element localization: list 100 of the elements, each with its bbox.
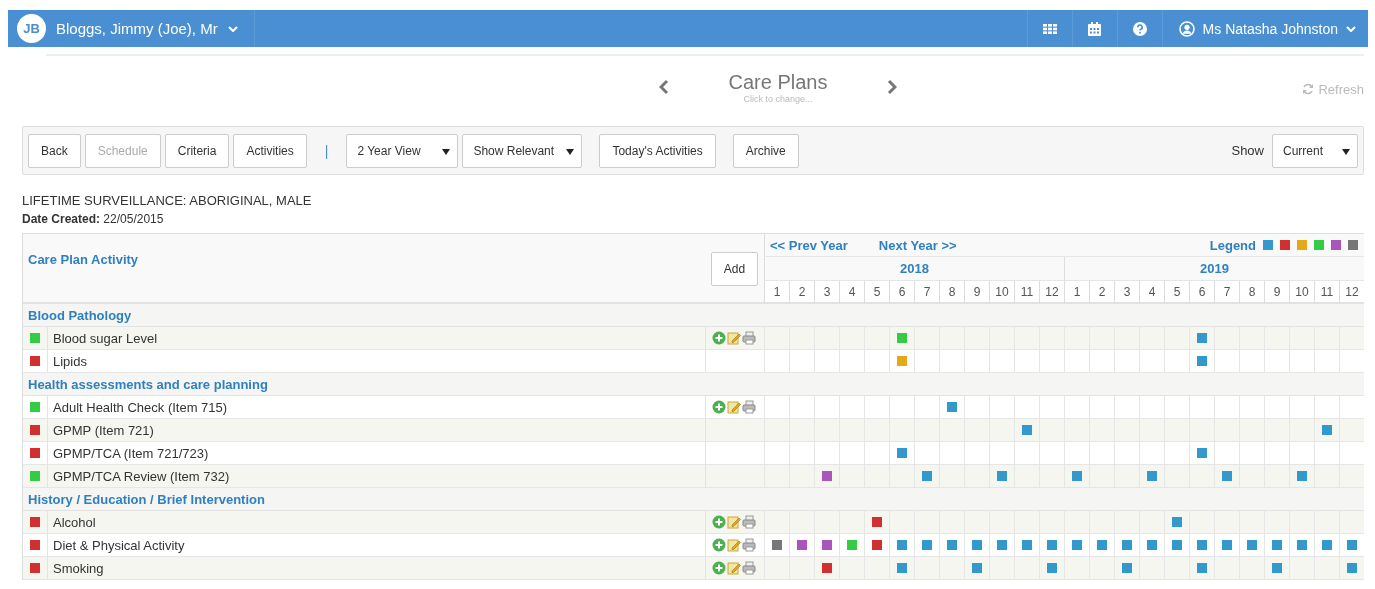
activity-marker[interactable] [1322, 425, 1332, 435]
add-circle-icon[interactable] [712, 331, 726, 345]
group-title: Blood Pathology [28, 307, 132, 323]
month-cell [1264, 442, 1289, 465]
activity-row[interactable]: GPMP/TCA (Item 721/723) [23, 442, 705, 465]
activity-marker[interactable] [1197, 448, 1207, 458]
activity-marker[interactable] [1197, 563, 1207, 573]
activity-marker[interactable] [847, 540, 857, 550]
activity-marker[interactable] [1222, 471, 1232, 481]
activity-marker[interactable] [897, 448, 907, 458]
page-title[interactable]: Care Plans [728, 70, 828, 94]
add-circle-icon[interactable] [712, 538, 726, 552]
activity-marker[interactable] [822, 471, 832, 481]
next-year-link[interactable]: Next Year >> [878, 237, 957, 253]
activity-marker[interactable] [1247, 540, 1257, 550]
month-cell [1039, 442, 1064, 465]
activity-row[interactable]: GPMP (Item 721) [23, 419, 705, 442]
pencil-note-icon[interactable] [727, 515, 741, 529]
month-cell [939, 442, 964, 465]
printer-icon[interactable] [742, 538, 756, 552]
activity-marker[interactable] [1172, 540, 1182, 550]
activity-marker[interactable] [1197, 356, 1207, 366]
activity-marker[interactable] [1297, 471, 1307, 481]
activity-marker[interactable] [947, 402, 957, 412]
activity-marker[interactable] [1147, 471, 1157, 481]
toolbar-button[interactable]: Criteria [164, 133, 230, 168]
activity-marker[interactable] [1222, 540, 1232, 550]
activity-marker[interactable] [822, 563, 832, 573]
month-heading: 10 [989, 281, 1014, 304]
activity-marker[interactable] [1197, 333, 1207, 343]
pencil-note-icon[interactable] [727, 561, 741, 575]
activity-marker[interactable] [1122, 563, 1132, 573]
activity-name: GPMP/TCA Review (Item 732) [52, 467, 230, 486]
activity-marker[interactable] [872, 540, 882, 550]
activity-marker[interactable] [1272, 540, 1282, 550]
show-select[interactable]: Current [1272, 133, 1358, 168]
activity-marker[interactable] [1072, 471, 1082, 481]
add-circle-icon[interactable] [712, 515, 726, 529]
activity-row[interactable]: Lipids [23, 350, 705, 373]
toolbar-button[interactable]: Back [28, 133, 81, 168]
archive-button[interactable]: Archive [732, 133, 799, 168]
activity-marker[interactable] [1172, 517, 1182, 527]
activity-marker[interactable] [1097, 540, 1107, 550]
activity-marker[interactable] [1347, 540, 1357, 550]
dropdown-select[interactable]: Show Relevant [462, 133, 583, 168]
activity-marker[interactable] [772, 540, 782, 550]
activity-marker[interactable] [947, 540, 957, 550]
activity-marker[interactable] [897, 563, 907, 573]
year-heading: 2019 [1064, 257, 1364, 281]
todays-activities-button[interactable]: Today's Activities [599, 133, 716, 168]
activity-marker[interactable] [1047, 540, 1057, 550]
activity-row[interactable]: Blood sugar Level [23, 327, 705, 350]
activity-marker[interactable] [1322, 540, 1332, 550]
printer-icon[interactable] [742, 331, 756, 345]
month-cell [1164, 419, 1189, 442]
month-heading: 9 [964, 281, 989, 304]
activity-row[interactable]: Adult Health Check (Item 715) [23, 396, 705, 419]
activity-marker[interactable] [822, 540, 832, 550]
month-cell [1214, 419, 1239, 442]
refresh-icon[interactable] [1302, 83, 1315, 95]
activity-marker[interactable] [997, 540, 1007, 550]
activity-marker[interactable] [897, 356, 907, 366]
toolbar-button[interactable]: Activities [233, 133, 307, 168]
activity-marker[interactable] [1022, 540, 1032, 550]
activity-marker[interactable] [872, 517, 882, 527]
activity-marker[interactable] [1347, 563, 1357, 573]
activity-marker[interactable] [797, 540, 807, 550]
activity-row[interactable]: Alcohol [23, 511, 705, 534]
pencil-note-icon[interactable] [727, 538, 741, 552]
add-circle-icon[interactable] [712, 561, 726, 575]
activity-marker[interactable] [1147, 540, 1157, 550]
activity-row[interactable]: Diet & Physical Activity [23, 534, 705, 557]
activity-row[interactable]: GPMP/TCA Review (Item 732) [23, 465, 705, 488]
activity-marker[interactable] [897, 540, 907, 550]
activity-marker[interactable] [897, 333, 907, 343]
activity-marker[interactable] [1272, 563, 1282, 573]
activity-marker[interactable] [1047, 563, 1057, 573]
activity-marker[interactable] [972, 563, 982, 573]
activity-marker[interactable] [997, 471, 1007, 481]
activity-marker[interactable] [1122, 540, 1132, 550]
previous-year-link[interactable]: << Prev Year [770, 237, 848, 253]
activity-marker[interactable] [972, 540, 982, 550]
activity-marker[interactable] [922, 540, 932, 550]
pencil-note-icon[interactable] [727, 331, 741, 345]
month-cell [864, 419, 889, 442]
activity-marker[interactable] [1297, 540, 1307, 550]
printer-icon[interactable] [742, 561, 756, 575]
activity-marker[interactable] [1072, 540, 1082, 550]
activity-marker[interactable] [922, 471, 932, 481]
printer-icon[interactable] [742, 515, 756, 529]
activity-marker[interactable] [1022, 425, 1032, 435]
dropdown-select[interactable]: 2 Year View [346, 133, 459, 168]
month-heading: 1 [1064, 281, 1089, 304]
printer-icon[interactable] [742, 400, 756, 414]
pencil-note-icon[interactable] [727, 400, 741, 414]
legend-label[interactable]: Legend [1209, 237, 1256, 253]
add-circle-icon[interactable] [712, 400, 726, 414]
add-button[interactable]: Add [710, 252, 759, 286]
activity-row[interactable]: Smoking [23, 557, 705, 580]
activity-marker[interactable] [1197, 540, 1207, 550]
